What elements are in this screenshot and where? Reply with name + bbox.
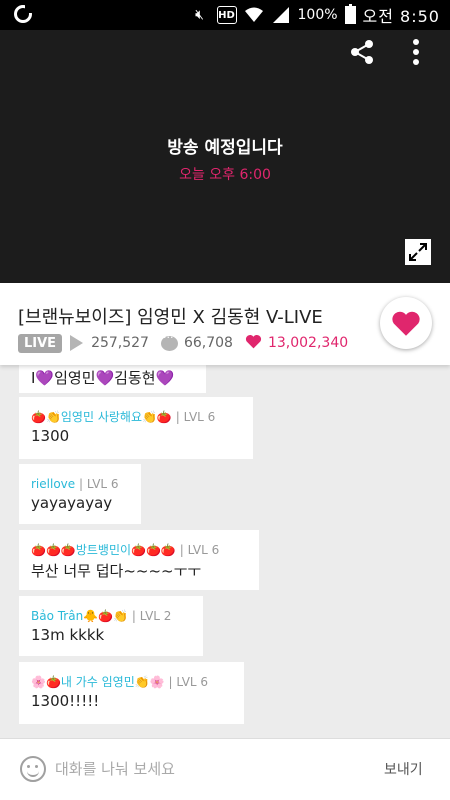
like-count: 13,002,340 xyxy=(267,335,349,351)
chat-message: 🍅🍅🍅방트뱅민이🍅🍅🍅 | LVL 6 부산 너무 덥다~~~~ㅜㅜ xyxy=(19,530,259,590)
message-header: Bảo Trân🐥🍅👏 | LVL 2 xyxy=(31,606,191,626)
chat-message: 🍅👏임영민 사랑해요👏🍅 | LVL 6 1300 xyxy=(19,397,253,459)
user-nickname[interactable]: 🍅👏임영민 사랑해요👏🍅 xyxy=(31,410,172,424)
heart-icon xyxy=(392,311,420,336)
message-text: yayayayay xyxy=(31,494,113,512)
user-level: LVL 6 xyxy=(183,410,216,424)
clock: 오전 8:50 xyxy=(362,7,440,26)
video-title: [브랜뉴보이즈] 임영민 X 김동현 V-LIVE xyxy=(18,307,323,328)
wifi-icon xyxy=(244,6,264,24)
video-player[interactable]: 방송 예정입니다 오늘 오후 6:00 xyxy=(0,30,450,283)
signal-icon xyxy=(271,6,291,24)
level-separator: | xyxy=(168,675,173,689)
user-nickname[interactable]: 🍅🍅🍅방트뱅민이🍅🍅🍅 xyxy=(31,543,176,557)
user-level: LVL 6 xyxy=(176,675,209,689)
view-count: 257,527 xyxy=(91,335,149,351)
message-header: 🍅🍅🍅방트뱅민이🍅🍅🍅 | LVL 6 xyxy=(31,540,247,560)
chat-message: riellove | LVL 6 yayayayay xyxy=(19,464,141,524)
level-separator: | xyxy=(78,477,84,491)
user-level: LVL 2 xyxy=(139,609,172,623)
broadcast-status-title: 방송 예정입니다 xyxy=(167,138,283,158)
like-count-icon xyxy=(245,334,262,353)
battery-percent: 100% xyxy=(297,7,338,23)
mute-icon: 🔇︎ xyxy=(195,7,204,23)
fullscreen-icon[interactable] xyxy=(405,239,431,265)
send-button[interactable]: 보내기 xyxy=(384,759,423,779)
level-separator: | xyxy=(175,410,180,424)
chat-message: I💜임영민💜김동현💜 xyxy=(19,365,206,393)
user-nickname[interactable]: Bảo Trân🐥🍅👏 xyxy=(31,609,128,623)
user-level: LVL 6 xyxy=(187,543,220,557)
video-stats: LIVE 257,527 66,708 13,002,340 xyxy=(18,331,349,354)
more-options-icon[interactable] xyxy=(406,38,426,66)
share-icon[interactable] xyxy=(348,38,376,66)
chat-list[interactable]: I💜임영민💜김동현💜 🍅👏임영민 사랑해요👏🍅 | LVL 6 1300 rie… xyxy=(0,365,450,738)
message-header: 🍅👏임영민 사랑해요👏🍅 | LVL 6 xyxy=(31,407,241,427)
message-text: 1300!!!!! xyxy=(31,692,100,710)
message-text: 부산 너무 덥다~~~~ㅜㅜ xyxy=(31,562,202,580)
user-level: LVL 6 xyxy=(86,477,119,491)
message-text: 13m kkkk xyxy=(31,626,105,644)
message-header: 🌸🍅내 가수 임영민👏🌸 | LVL 6 xyxy=(31,672,232,692)
like-button[interactable] xyxy=(380,297,432,349)
message-text: I💜임영민💜김동현💜 xyxy=(31,369,175,387)
emoji-icon[interactable] xyxy=(20,756,46,782)
live-badge: LIVE xyxy=(18,333,63,353)
message-header: riellove | LVL 6 xyxy=(31,474,129,494)
level-separator: | xyxy=(179,543,184,557)
video-info-panel: [브랜뉴보이즈] 임영민 X 김동현 V-LIVE LIVE 257,527 6… xyxy=(0,283,450,365)
chat-input-bar: 보내기 xyxy=(0,738,450,800)
app-notification-icon xyxy=(14,5,33,23)
battery-icon xyxy=(344,4,356,24)
hd-icon: HD xyxy=(216,6,237,24)
message-text: 1300 xyxy=(31,427,70,445)
status-bar: 🔇︎ HD 100% 오전 8:50 xyxy=(0,0,450,30)
comment-count: 66,708 xyxy=(183,335,233,351)
play-count-icon xyxy=(70,335,84,351)
user-nickname[interactable]: 🌸🍅내 가수 임영민👏🌸 xyxy=(31,675,165,689)
comment-count-icon xyxy=(160,331,178,351)
broadcast-schedule-time: 오늘 오후 6:00 xyxy=(179,167,271,183)
chat-message: 🌸🍅내 가수 임영민👏🌸 | LVL 6 1300!!!!! xyxy=(19,662,244,724)
chat-input[interactable] xyxy=(55,757,315,781)
level-separator: | xyxy=(131,609,136,623)
user-nickname[interactable]: riellove xyxy=(31,477,75,491)
chat-message: Bảo Trân🐥🍅👏 | LVL 2 13m kkkk xyxy=(19,596,203,656)
